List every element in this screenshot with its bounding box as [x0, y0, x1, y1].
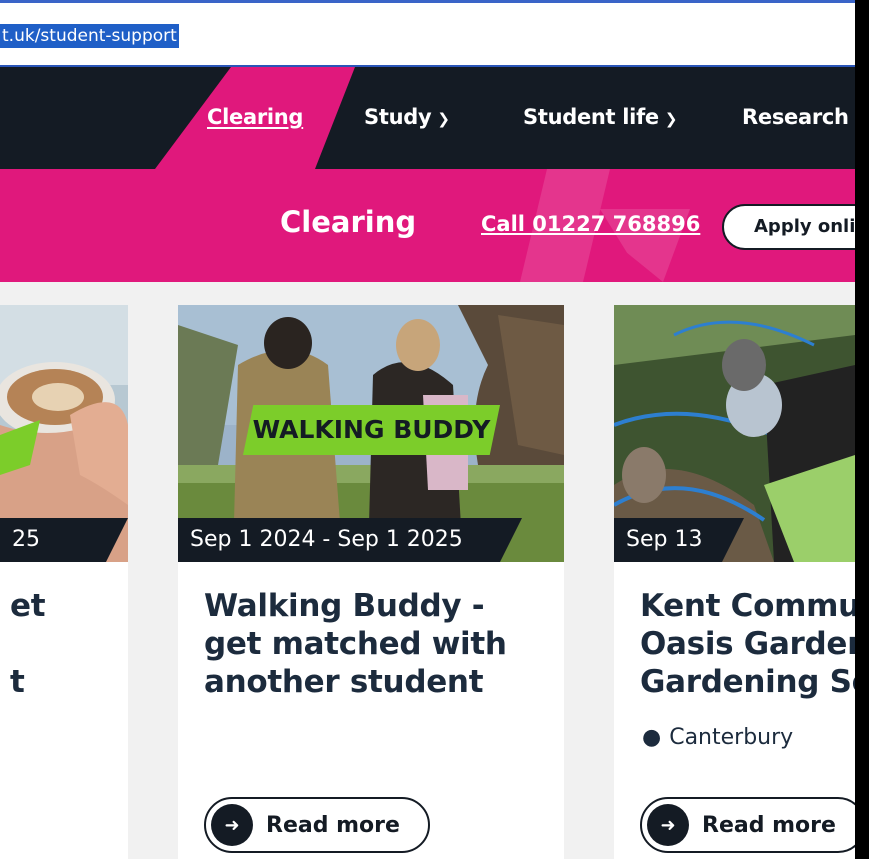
call-link[interactable]: Call 01227 768896	[481, 212, 700, 236]
title-line: another student	[204, 664, 484, 700]
event-location: ● Canterbury	[642, 725, 793, 750]
title-line: Walking Buddy -	[204, 588, 485, 624]
event-image-coffee: 25	[0, 305, 128, 562]
read-more-label: Read more	[702, 813, 836, 838]
title-line: Oasis Garden	[640, 626, 855, 662]
url-text[interactable]: t.uk/student-support	[0, 24, 179, 48]
nav-item-label: Study	[364, 105, 432, 129]
nav-item-research[interactable]: Research❯	[742, 105, 855, 129]
event-title[interactable]: Kent Commu Oasis Garden Gardening Se	[640, 587, 855, 701]
read-more-button[interactable]: ➜ Read more	[204, 797, 430, 853]
location-text: Canterbury	[669, 725, 794, 750]
event-image-gardening: Sep 13	[614, 305, 855, 562]
title-line: t	[10, 664, 25, 700]
event-date: Sep 13	[614, 518, 744, 562]
event-title[interactable]: et t	[10, 587, 46, 701]
map-pin-icon: ●	[642, 725, 662, 750]
address-bar[interactable]: t.uk/student-support	[0, 0, 855, 67]
events-list: 25 et t WALKING BUDDY Sep 1 2024 - Sep 1…	[0, 282, 855, 859]
arrow-right-icon: ➜	[647, 804, 689, 846]
nav-item-study[interactable]: Study ❯	[364, 105, 450, 129]
event-date: 25	[0, 518, 128, 562]
chevron-down-icon: ❯	[664, 110, 678, 128]
main-nav: Clearing Study ❯ Student life ❯ Research❯	[0, 67, 855, 169]
nav-item-label: Student life	[523, 105, 659, 129]
event-title[interactable]: Walking Buddy - get matched with another…	[204, 587, 507, 701]
event-image-walking-buddy: WALKING BUDDY Sep 1 2024 - Sep 1 2025	[178, 305, 564, 562]
title-line: et	[10, 588, 46, 624]
nav-item-label: Research	[742, 105, 849, 129]
date-text: Sep 13	[626, 527, 703, 552]
date-text: 25	[12, 527, 40, 552]
clearing-title: Clearing	[280, 205, 417, 239]
event-card[interactable]: WALKING BUDDY Sep 1 2024 - Sep 1 2025 Wa…	[178, 305, 564, 859]
chevron-down-icon: ❯	[437, 110, 450, 128]
event-date: Sep 1 2024 - Sep 1 2025	[178, 518, 522, 562]
title-line: Kent Commu	[640, 588, 855, 624]
read-more-button[interactable]: ➜ Read more	[640, 797, 855, 853]
title-line: Gardening Se	[640, 664, 855, 700]
nav-item-clearing[interactable]: Clearing	[207, 105, 303, 129]
arrow-right-icon: ➜	[211, 804, 253, 846]
read-more-label: Read more	[266, 813, 400, 838]
title-line: get matched with	[204, 626, 507, 662]
event-card[interactable]: 25 et t	[0, 305, 128, 859]
event-card[interactable]: Sep 13 Kent Commu Oasis Garden Gardening…	[614, 305, 855, 859]
apply-online-button[interactable]: Apply online	[722, 204, 855, 250]
title-line	[10, 625, 45, 663]
nav-item-student-life[interactable]: Student life ❯	[523, 105, 677, 129]
walking-buddy-tag: WALKING BUDDY	[243, 405, 500, 455]
date-text: Sep 1 2024 - Sep 1 2025	[190, 527, 463, 552]
clearing-banner: Clearing Call 01227 768896 Apply online	[0, 169, 855, 282]
